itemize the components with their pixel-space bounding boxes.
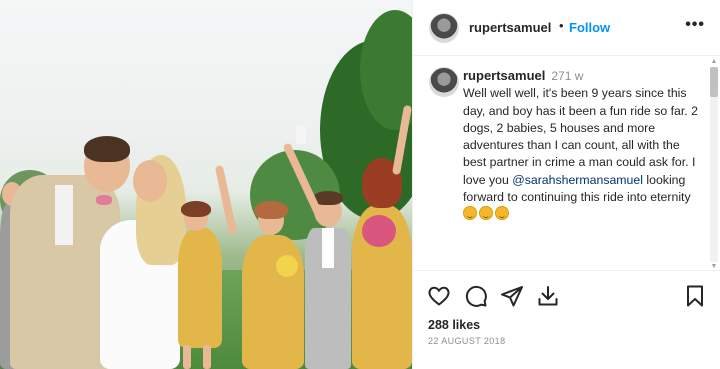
- caption-section: rupertsamuel 271 w Well well well, it's b…: [413, 57, 720, 271]
- smiling-face-emoji: [479, 206, 493, 221]
- smiling-face-emoji: [463, 206, 477, 221]
- bouquet: [276, 255, 298, 277]
- caption-mention[interactable]: @sarahshermansamuel: [512, 173, 643, 187]
- bridesmaid-leg: [203, 345, 211, 369]
- action-bar: [413, 276, 720, 316]
- heart-icon[interactable]: [427, 284, 451, 308]
- groomsman-shirt: [322, 228, 334, 268]
- scrollbar-thumb[interactable]: [710, 67, 718, 97]
- caption-avatar[interactable]: [429, 67, 459, 97]
- caption-username[interactable]: rupertsamuel: [463, 68, 545, 83]
- groom-shirt: [55, 185, 73, 245]
- header-username[interactable]: rupertsamuel: [469, 20, 551, 35]
- scroll-down-icon[interactable]: ▼: [710, 263, 718, 270]
- bride-face: [133, 160, 167, 202]
- bouquet: [362, 215, 396, 247]
- bridesmaid-leg: [183, 345, 191, 369]
- caption-time[interactable]: 271 w: [551, 69, 583, 83]
- scrollbar[interactable]: ▲ ▼: [710, 58, 718, 270]
- bridesmaid-hair: [254, 201, 288, 219]
- comment-icon[interactable]: [464, 284, 488, 308]
- post-details-panel: rupertsamuel • Follow ••• rupertsamuel 27…: [412, 0, 720, 369]
- follow-button[interactable]: Follow: [569, 20, 610, 35]
- more-options-icon[interactable]: •••: [685, 16, 705, 34]
- post-header: rupertsamuel • Follow •••: [413, 0, 720, 56]
- bridesmaid: [242, 235, 304, 369]
- bubble-wand: [296, 126, 306, 144]
- bridesmaid: [178, 228, 222, 348]
- share-icon[interactable]: [500, 284, 524, 308]
- boutonniere: [96, 195, 112, 205]
- download-icon[interactable]: [536, 284, 560, 308]
- bridesmaid-hair: [181, 201, 211, 217]
- groom-hair: [84, 136, 130, 162]
- avatar[interactable]: [429, 13, 459, 43]
- bookmark-icon[interactable]: [683, 284, 707, 308]
- post-photo[interactable]: [0, 0, 412, 369]
- caption-text: Well well well, it's been 9 years since …: [463, 86, 698, 187]
- post-date[interactable]: 22 AUGUST 2018: [428, 336, 505, 346]
- raised-arm: [214, 164, 238, 236]
- scroll-up-icon[interactable]: ▲: [710, 58, 718, 66]
- likes-count[interactable]: 288 likes: [428, 318, 480, 332]
- caption: rupertsamuel 271 w Well well well, it's b…: [463, 67, 698, 224]
- separator-dot: •: [559, 18, 564, 33]
- smiling-face-emoji: [495, 206, 509, 221]
